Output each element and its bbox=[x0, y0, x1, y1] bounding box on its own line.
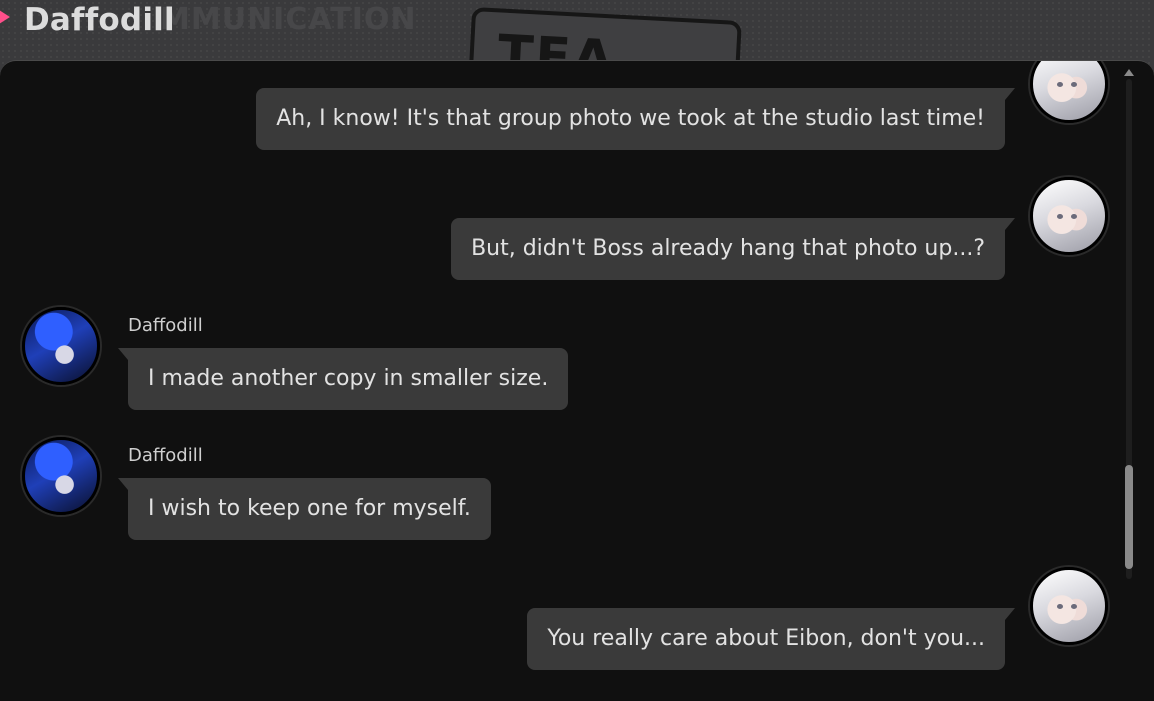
self-avatar bbox=[1030, 61, 1108, 123]
message-bubble: But, didn't Boss already hang that photo… bbox=[451, 218, 1015, 280]
message-bubble: Ah, I know! It's that group photo we too… bbox=[256, 88, 1015, 150]
sender-name: Daffodill bbox=[128, 315, 203, 336]
sender-name: Daffodill bbox=[128, 445, 203, 466]
self-avatar bbox=[1030, 177, 1108, 255]
message-bubble: I made another copy in smaller size. bbox=[117, 348, 569, 410]
contact-avatar bbox=[22, 437, 100, 515]
scroll-up-arrow-icon[interactable] bbox=[1124, 69, 1134, 76]
background-watermark: MMUNICATION bbox=[160, 2, 417, 37]
contact-avatar bbox=[22, 307, 100, 385]
contact-name-title: Daffodill bbox=[24, 2, 175, 38]
message-bubble: You really care about Eibon, don't you..… bbox=[527, 608, 1015, 670]
conversation-header: MMUNICATION TEA Daffodill bbox=[0, 0, 1154, 100]
self-avatar bbox=[1030, 567, 1108, 645]
message-bubble: I wish to keep one for myself. bbox=[118, 478, 491, 540]
scrollbar-thumb[interactable] bbox=[1125, 465, 1133, 569]
header-marker-icon bbox=[0, 8, 10, 26]
chat-panel[interactable]: Ah, I know! It's that group photo we too… bbox=[0, 60, 1154, 701]
